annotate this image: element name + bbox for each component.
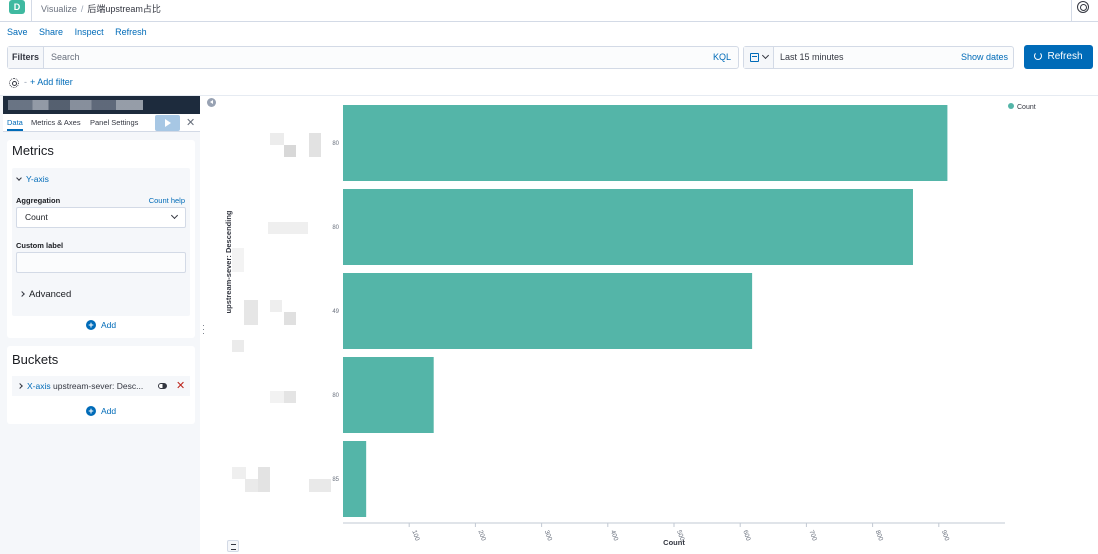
bars-group <box>343 105 948 517</box>
top-nav-bar: D Visualize / 后端upstream占比 <box>0 0 1098 22</box>
legend-toggle-icon[interactable] <box>227 540 239 552</box>
divider <box>31 0 32 22</box>
filters-button[interactable]: Filters <box>8 47 44 68</box>
add-filter-label: + Add filter <box>30 77 73 87</box>
save-button[interactable]: Save <box>7 27 28 37</box>
aggregation-label: Aggregation <box>16 196 61 205</box>
category-label-4: 85 <box>332 477 339 483</box>
x-tick-label: 100 <box>410 529 420 542</box>
vis-editor-sidebar: Data Metrics & Axes Panel Settings ✕ Met… <box>0 96 200 554</box>
gear-icon[interactable] <box>9 78 19 88</box>
add-metric-label: Add <box>101 320 117 330</box>
time-picker: Last 15 minutes Show dates <box>743 46 1014 69</box>
toggle-aggregation-icon[interactable] <box>158 383 167 389</box>
index-pattern-title-redacted <box>8 100 143 110</box>
filter-separator: - <box>24 77 27 87</box>
add-bucket-label: Add <box>101 406 117 416</box>
category-label-3: 80 <box>332 393 339 399</box>
tab-metrics-axes[interactable]: Metrics & Axes <box>31 114 81 131</box>
bar-2[interactable] <box>343 273 753 349</box>
legend-swatch <box>1008 103 1014 109</box>
count-help-link[interactable]: Count help <box>149 196 185 205</box>
divider <box>1071 0 1072 22</box>
x-tick-label: 800 <box>874 529 884 542</box>
custom-label-input[interactable] <box>16 252 186 273</box>
bar-0[interactable] <box>343 105 948 181</box>
y-axis-agg: Y-axis Aggregation Count help Count Cust… <box>12 168 190 316</box>
metrics-panel: Metrics Y-axis Aggregation Count help Co… <box>7 140 195 338</box>
help-menu-icon[interactable] <box>1077 1 1089 13</box>
show-dates-link[interactable]: Show dates <box>961 47 1008 68</box>
top-menu: Save Share Inspect Refresh <box>7 27 156 37</box>
advanced-toggle[interactable]: Advanced <box>19 289 72 300</box>
x-tick-label: 300 <box>543 529 553 542</box>
x-axis-bucket[interactable]: X-axis upstream-sever: Desc... ✕ <box>12 376 190 396</box>
bar-4[interactable] <box>343 441 367 517</box>
bar-chart: 8080498085 100 200 300 400 500 600 700 800 900 C… <box>224 103 1036 547</box>
quick-menu-button[interactable] <box>744 47 774 68</box>
y-axis-toggle[interactable]: Y-axis <box>16 174 49 184</box>
x-tick-label: 700 <box>808 529 818 542</box>
chevron-right-icon <box>17 383 23 389</box>
x-tick-label: 900 <box>940 529 950 542</box>
collapse-sidebar-icon[interactable] <box>207 98 216 107</box>
calendar-icon <box>750 53 759 62</box>
refresh-label: Refresh <box>1047 51 1083 62</box>
bucket-description: upstream-sever: Desc... <box>53 381 144 391</box>
apply-changes-button[interactable] <box>155 115 180 131</box>
index-pattern-header <box>3 96 200 114</box>
x-tick-label: 400 <box>609 529 619 542</box>
y-axis-title: upstream-sever: Descending <box>224 210 233 313</box>
legend[interactable]: Count <box>1008 103 1036 111</box>
query-bar: Filters Search KQL <box>7 46 739 69</box>
share-button[interactable]: Share <box>39 27 63 37</box>
bar-1[interactable] <box>343 189 913 265</box>
chevron-down-icon <box>170 211 179 220</box>
search-input[interactable]: Search <box>51 47 80 68</box>
add-metric-button[interactable]: + Add <box>86 320 116 330</box>
custom-label-label: Custom label <box>16 241 64 250</box>
menu-refresh-button[interactable]: Refresh <box>115 27 147 37</box>
tab-panel-settings[interactable]: Panel Settings <box>90 114 138 131</box>
advanced-label: Advanced <box>29 289 72 300</box>
discard-close-icon[interactable]: ✕ <box>186 115 195 131</box>
inspect-button[interactable]: Inspect <box>75 27 104 37</box>
chevron-right-icon <box>19 291 25 297</box>
plus-icon: + <box>86 320 96 330</box>
time-range-text[interactable]: Last 15 minutes <box>780 47 844 68</box>
aggregation-value: Count <box>25 212 48 222</box>
resize-handle[interactable]: · · · <box>202 321 205 338</box>
x-tick-label: 200 <box>477 529 487 542</box>
breadcrumb-current: 后端upstream占比 <box>87 4 161 14</box>
bucket-axis-label: X-axis <box>27 381 51 391</box>
refresh-button[interactable]: Refresh <box>1024 45 1093 69</box>
bar-3[interactable] <box>343 357 434 433</box>
app-logo[interactable]: D <box>9 0 25 14</box>
add-bucket-button[interactable]: + Add <box>86 406 116 416</box>
chevron-down-icon <box>761 51 770 60</box>
plus-icon: + <box>86 406 96 416</box>
legend-label: Count <box>1017 104 1036 111</box>
metrics-title: Metrics <box>12 143 54 158</box>
breadcrumb-separator: / <box>80 4 84 14</box>
add-filter-button[interactable]: - + Add filter <box>24 77 73 87</box>
chevron-down-icon <box>16 175 22 181</box>
editor-tabs: Data Metrics & Axes Panel Settings ✕ <box>3 114 200 132</box>
buckets-panel: Buckets X-axis upstream-sever: Desc... ✕… <box>7 346 195 424</box>
aggregation-select[interactable]: Count <box>16 207 186 228</box>
refresh-icon <box>1034 52 1043 60</box>
category-label-0: 80 <box>332 141 339 147</box>
kql-toggle[interactable]: KQL <box>713 47 731 68</box>
category-label-1: 80 <box>332 225 339 231</box>
category-label-2: 49 <box>332 309 339 315</box>
breadcrumb: Visualize / 后端upstream占比 <box>41 2 161 15</box>
breadcrumb-visualize[interactable]: Visualize <box>41 4 77 14</box>
x-axis-title: Count <box>663 538 685 547</box>
x-tick-label: 600 <box>741 529 751 542</box>
y-axis-label: Y-axis <box>26 174 49 184</box>
remove-bucket-icon[interactable]: ✕ <box>176 376 185 396</box>
buckets-title: Buckets <box>12 352 59 367</box>
category-labels: 80 80 49 80 85 <box>332 141 339 483</box>
tab-data[interactable]: Data <box>7 114 23 131</box>
